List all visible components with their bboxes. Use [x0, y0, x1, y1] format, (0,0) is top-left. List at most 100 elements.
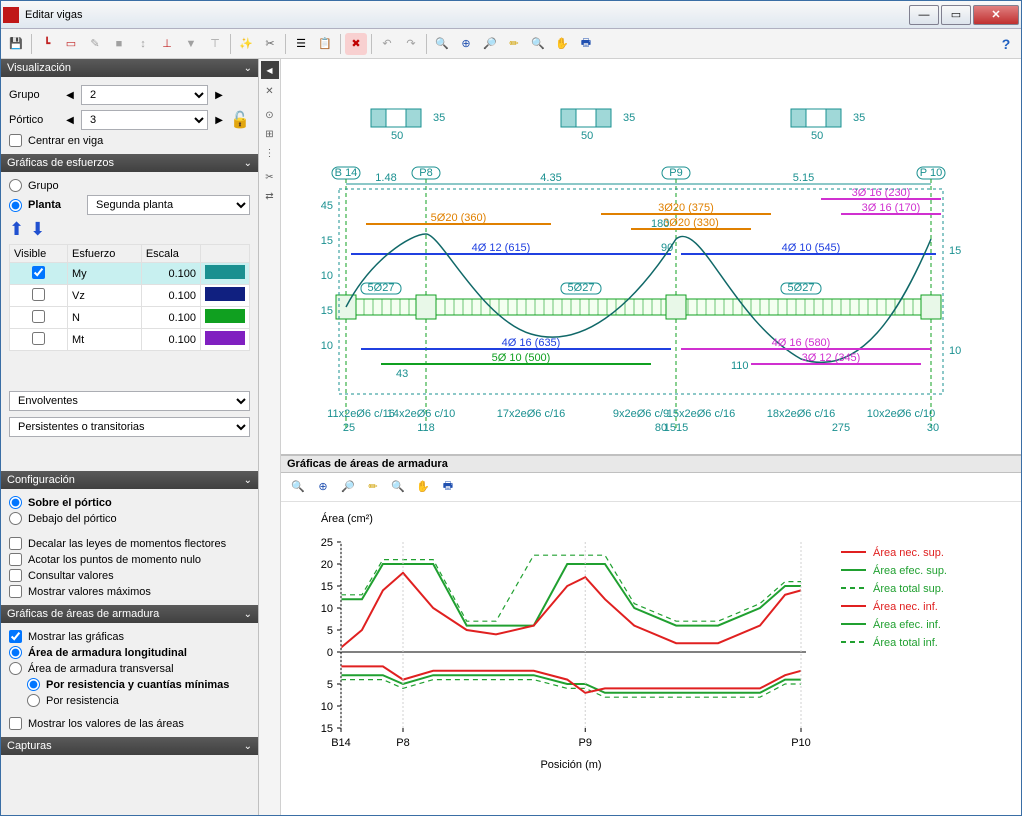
acotar-checkbox[interactable]	[9, 553, 22, 566]
centrar-checkbox[interactable]	[9, 134, 22, 147]
decalar-checkbox[interactable]	[9, 537, 22, 550]
color-swatch[interactable]	[205, 287, 245, 301]
area-trans-radio[interactable]	[9, 662, 22, 675]
chart-zoom-out-icon[interactable]: 🔍	[387, 476, 409, 498]
zoom-window-icon[interactable]: 🔍	[431, 33, 453, 55]
planta-radio[interactable]	[9, 199, 22, 212]
lock-icon[interactable]: 🔓	[230, 110, 250, 130]
tool-delete-icon[interactable]: ✖	[345, 33, 367, 55]
portico-select[interactable]: 3	[81, 110, 208, 130]
panel-header-capturas[interactable]: Capturas⌄	[1, 737, 258, 755]
help-icon[interactable]: ?	[995, 33, 1017, 55]
table-row[interactable]: N 0.100	[10, 307, 250, 329]
table-row[interactable]: Vz 0.100	[10, 285, 250, 307]
tool-wand-icon[interactable]: ✨	[235, 33, 257, 55]
tool-report-icon[interactable]: 📋	[314, 33, 336, 55]
chart-pan-icon[interactable]: ✋	[412, 476, 434, 498]
maximize-button[interactable]: ▭	[941, 5, 971, 25]
collapse-sidebar-icon[interactable]: ◀	[261, 61, 279, 79]
portico-next-button[interactable]: ▶	[212, 111, 226, 129]
area-long-radio[interactable]	[9, 646, 22, 659]
visible-checkbox[interactable]	[32, 332, 45, 345]
print-icon[interactable]: 🖶	[575, 33, 597, 55]
mostrarmax-checkbox[interactable]	[9, 585, 22, 598]
svg-text:10: 10	[321, 270, 333, 282]
tool-column-icon[interactable]: ▼	[180, 33, 202, 55]
svg-text:15: 15	[321, 305, 333, 317]
undo-icon[interactable]: ↶	[376, 33, 398, 55]
panel-header-areas[interactable]: Gráficas de áreas de armadura⌄	[1, 605, 258, 623]
visible-checkbox[interactable]	[32, 266, 45, 279]
visible-checkbox[interactable]	[32, 310, 45, 323]
panel-header-configuracion[interactable]: Configuración⌄	[1, 471, 258, 489]
tool-markers-icon[interactable]: ↕	[132, 33, 154, 55]
table-row[interactable]: Mt 0.100	[10, 329, 250, 351]
pan-icon[interactable]: ✋	[551, 33, 573, 55]
tool-support-icon[interactable]: ⊥	[156, 33, 178, 55]
grupo-label: Grupo	[9, 89, 59, 101]
sobre-radio[interactable]	[9, 496, 22, 509]
tool-section-icon[interactable]: ⊤	[204, 33, 226, 55]
tool-cut-icon[interactable]: ✂	[259, 33, 281, 55]
beam-diagram[interactable]: 355035503550B 14P8P9P 101.484.355.153Ø 1…	[281, 59, 1021, 456]
minimize-button[interactable]: —	[909, 5, 939, 25]
debajo-radio[interactable]	[9, 512, 22, 525]
color-swatch[interactable]	[205, 265, 245, 279]
color-swatch[interactable]	[205, 331, 245, 345]
chart-zoom-icon[interactable]: 🔎	[337, 476, 359, 498]
visible-checkbox[interactable]	[32, 288, 45, 301]
save-icon[interactable]: 💾	[5, 33, 27, 55]
svg-text:5Ø 10 (500): 5Ø 10 (500)	[492, 352, 551, 364]
grupo-radio[interactable]	[9, 179, 22, 192]
tool-fill-icon[interactable]: ■	[108, 33, 130, 55]
svg-text:B14: B14	[331, 737, 351, 749]
zoom-select-icon[interactable]: ✏	[503, 33, 525, 55]
chart-print-icon[interactable]: 🖶	[437, 476, 459, 498]
svg-text:5.15: 5.15	[793, 172, 814, 184]
redo-icon[interactable]: ↷	[400, 33, 422, 55]
move-down-icon[interactable]: ⬇	[30, 219, 45, 240]
vt-link-icon[interactable]: ⇄	[261, 187, 279, 205]
panel-header-visualizacion[interactable]: Visualización⌄	[1, 59, 258, 77]
mostrar-graficas-checkbox[interactable]	[9, 630, 22, 643]
chart-zoom-select-icon[interactable]: ✏	[362, 476, 384, 498]
tool-list-icon[interactable]: ☰	[290, 33, 312, 55]
svg-text:3Ø 16 (170): 3Ø 16 (170)	[862, 202, 921, 214]
svg-text:118: 118	[417, 422, 435, 434]
consultar-checkbox[interactable]	[9, 569, 22, 582]
grupo-prev-button[interactable]: ◀	[63, 86, 77, 104]
zoom-extents-icon[interactable]: ⊕	[455, 33, 477, 55]
chart-zoom-extents-icon[interactable]: ⊕	[312, 476, 334, 498]
mostrar-vals-checkbox[interactable]	[9, 717, 22, 730]
main-toolbar: 💾 ┗ ▭ ✎ ■ ↕ ⊥ ▼ ⊤ ✨ ✂ ☰ 📋 ✖ ↶ ↷ 🔍 ⊕ 🔎 ✏ …	[1, 29, 1021, 59]
svg-text:10: 10	[321, 340, 333, 352]
area-chart[interactable]: Área (cm²)051015202551015B14P8P9P10Posic…	[281, 502, 1021, 815]
vt-tools-icon[interactable]: ✕	[261, 82, 279, 100]
tool-edit-icon[interactable]: ✎	[84, 33, 106, 55]
portico-prev-button[interactable]: ◀	[63, 111, 77, 129]
move-up-icon[interactable]: ⬆	[9, 219, 24, 240]
por-res-min-radio[interactable]	[27, 678, 40, 691]
persistentes-select[interactable]: Persistentes o transitorias	[9, 417, 250, 437]
close-button[interactable]: ✕	[973, 5, 1019, 25]
panel-header-esfuerzos[interactable]: Gráficas de esfuerzos⌄	[1, 154, 258, 172]
tool-rect-icon[interactable]: ▭	[60, 33, 82, 55]
svg-text:5Ø27: 5Ø27	[368, 282, 395, 294]
vt-dot-icon[interactable]: ⊙	[261, 106, 279, 124]
svg-text:4.35: 4.35	[540, 172, 561, 184]
envolventes-select[interactable]: Envolventes	[9, 391, 250, 411]
grupo-select[interactable]: 2	[81, 85, 208, 105]
tool-line-icon[interactable]: ┗	[36, 33, 58, 55]
planta-select[interactable]: Segunda planta	[87, 195, 250, 215]
por-res-radio[interactable]	[27, 694, 40, 707]
zoom-out-icon[interactable]: 🔍	[527, 33, 549, 55]
color-swatch[interactable]	[205, 309, 245, 323]
zoom-in-icon[interactable]: 🔎	[479, 33, 501, 55]
vt-grid-icon[interactable]: ⊞	[261, 125, 279, 143]
svg-text:3Ø20 (330): 3Ø20 (330)	[663, 217, 719, 229]
vt-dots-icon[interactable]: ⋮	[261, 144, 279, 162]
table-row[interactable]: My 0.100	[10, 263, 250, 285]
chart-zoom-window-icon[interactable]: 🔍	[287, 476, 309, 498]
vt-cut-icon[interactable]: ✂	[261, 168, 279, 186]
grupo-next-button[interactable]: ▶	[212, 86, 226, 104]
